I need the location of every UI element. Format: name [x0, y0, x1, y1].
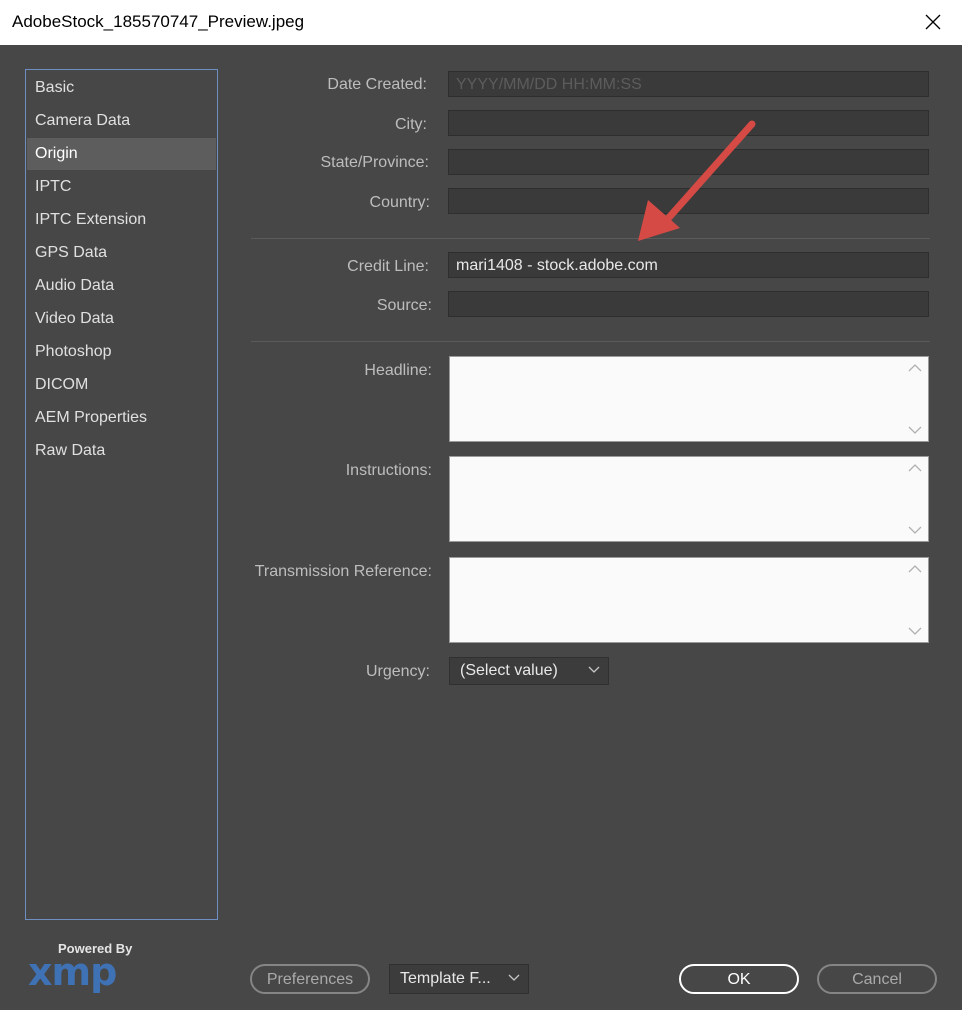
state-province-input[interactable] — [448, 149, 929, 175]
headline-label: Headline: — [364, 362, 432, 379]
section-divider — [251, 238, 930, 239]
section-divider — [251, 341, 930, 342]
ok-button[interactable]: OK — [679, 964, 799, 994]
city-label: City: — [395, 116, 427, 133]
chevron-up-icon[interactable] — [908, 463, 922, 473]
credit-line-label: Credit Line: — [347, 258, 429, 275]
scrollbar[interactable] — [902, 558, 928, 642]
chevron-down-icon[interactable] — [908, 425, 922, 435]
sidebar-item-origin[interactable]: Origin — [27, 138, 216, 170]
scrollbar[interactable] — [902, 357, 928, 441]
city-input[interactable] — [448, 110, 929, 136]
urgency-label: Urgency: — [365, 663, 430, 680]
sidebar-item-photoshop[interactable]: Photoshop — [27, 336, 216, 368]
chevron-up-icon[interactable] — [908, 564, 922, 574]
close-button[interactable] — [910, 2, 956, 42]
instructions-label: Instructions: — [345, 462, 432, 479]
cancel-button[interactable]: Cancel — [817, 964, 937, 994]
date-created-input[interactable]: YYYY/MM/DD HH:MM:SS — [448, 71, 929, 97]
sidebar-item-audio-data[interactable]: Audio Data — [27, 270, 216, 302]
sidebar-item-iptc-extension[interactable]: IPTC Extension — [27, 204, 216, 236]
chevron-down-icon — [508, 974, 520, 981]
source-input[interactable] — [448, 291, 929, 317]
chevron-down-icon[interactable] — [908, 626, 922, 636]
sidebar-item-aem-properties[interactable]: AEM Properties — [27, 402, 216, 434]
chevron-down-icon[interactable] — [908, 525, 922, 535]
sidebar-item-dicom[interactable]: DICOM — [27, 369, 216, 401]
sidebar-item-video-data[interactable]: Video Data — [27, 303, 216, 335]
chevron-down-icon — [588, 666, 600, 673]
template-value: Template F... — [400, 970, 491, 987]
urgency-select[interactable]: (Select value) — [449, 657, 609, 685]
template-folder-select[interactable]: Template F... — [389, 964, 529, 994]
xmp-logo-text: xmp — [28, 950, 117, 994]
sidebar-item-iptc[interactable]: IPTC — [27, 171, 216, 203]
xmp-logo: Powered By xmp — [28, 940, 138, 996]
transmission-reference-label: Transmission Reference: — [254, 563, 432, 580]
chevron-up-icon[interactable] — [908, 363, 922, 373]
urgency-value: (Select value) — [460, 662, 558, 679]
date-created-label: Date Created: — [327, 76, 427, 93]
scrollbar[interactable] — [902, 457, 928, 541]
sidebar-item-gps-data[interactable]: GPS Data — [27, 237, 216, 269]
source-label: Source: — [376, 297, 432, 314]
title-bar: AdobeStock_185570747_Preview.jpeg — [0, 0, 962, 45]
instructions-textarea[interactable] — [449, 456, 929, 542]
country-label: Country: — [369, 194, 430, 211]
transmission-reference-textarea[interactable] — [449, 557, 929, 643]
sidebar-item-raw-data[interactable]: Raw Data — [27, 435, 216, 467]
headline-textarea[interactable] — [449, 356, 929, 442]
state-province-label: State/Province: — [320, 154, 430, 171]
preferences-button[interactable]: Preferences — [250, 964, 370, 994]
window-title: AdobeStock_185570747_Preview.jpeg — [12, 12, 305, 31]
country-input[interactable] — [448, 188, 929, 214]
credit-line-input[interactable]: mari1408 - stock.adobe.com — [448, 252, 929, 278]
close-icon — [925, 14, 941, 30]
